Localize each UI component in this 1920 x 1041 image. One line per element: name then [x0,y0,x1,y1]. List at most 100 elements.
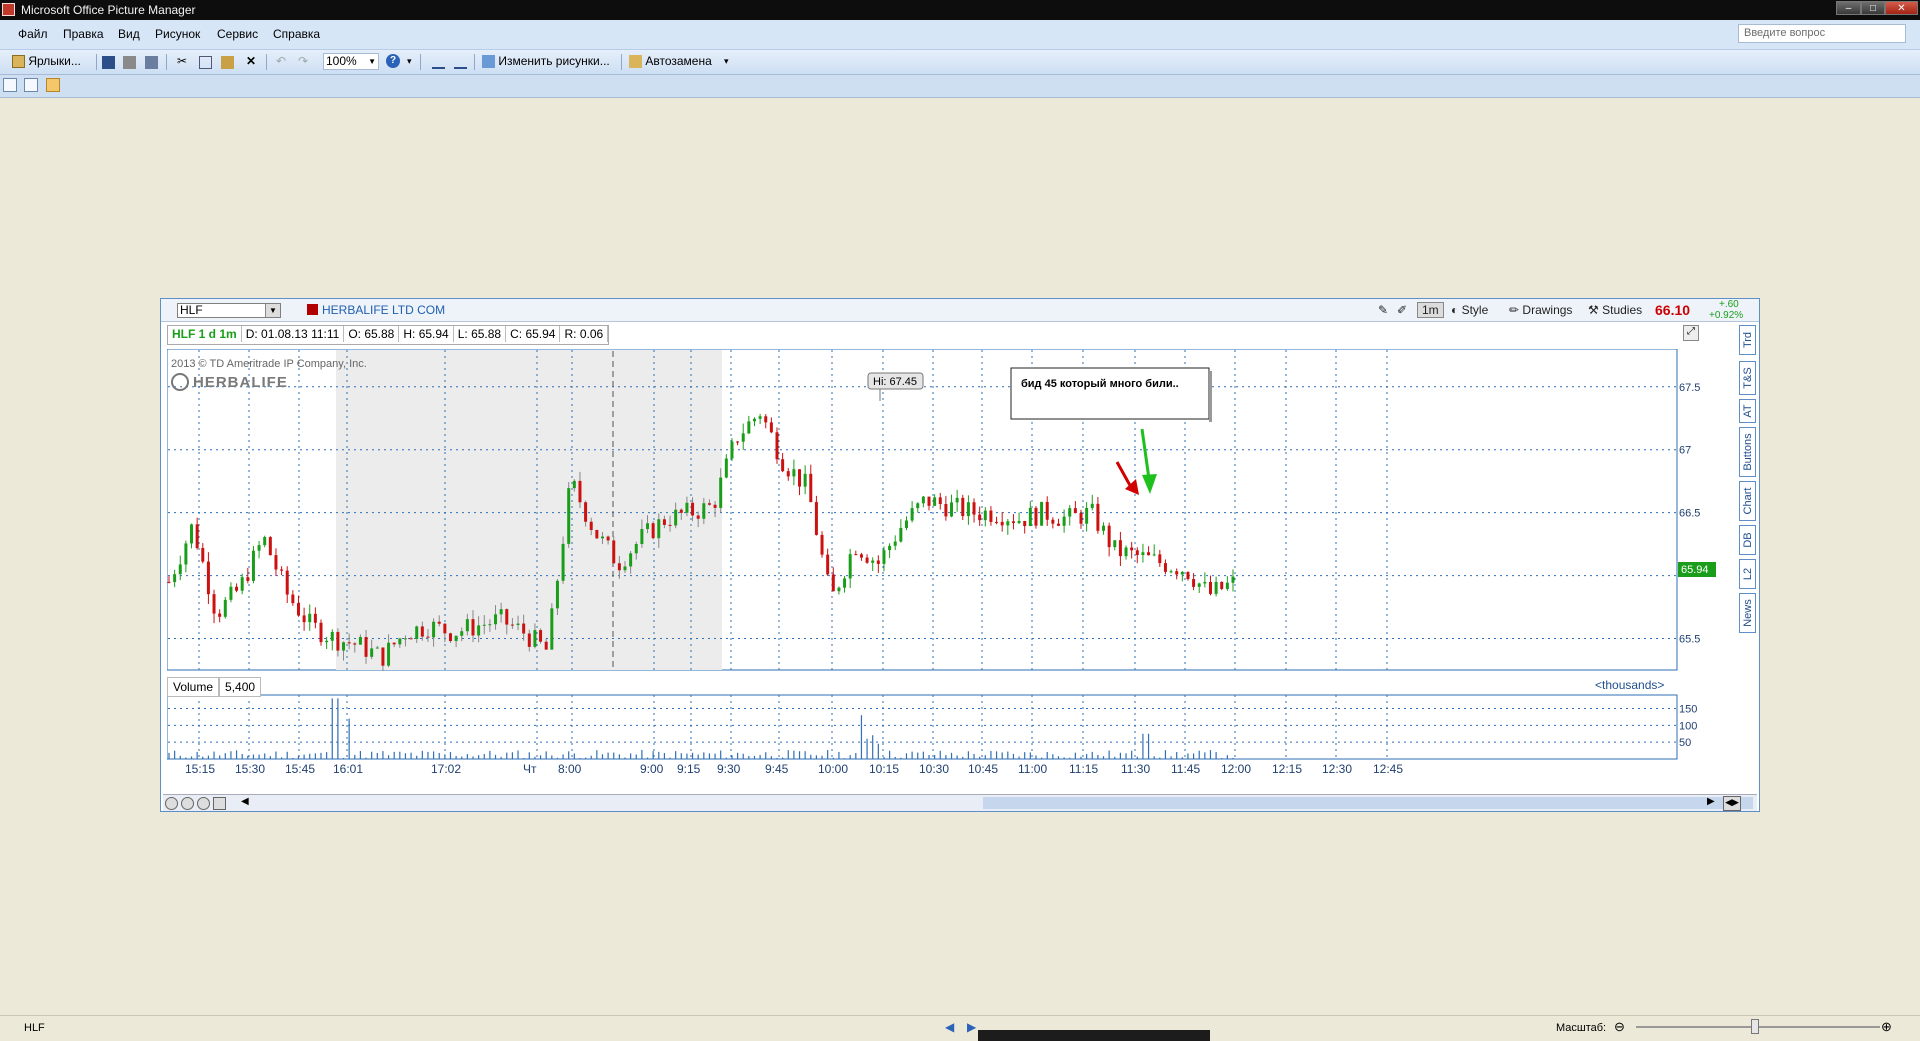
pencil-icon[interactable]: ✐ [1397,302,1407,318]
undo-icon[interactable]: ↶ [276,53,286,70]
shortcuts-button[interactable]: Ярлыки... [12,53,81,70]
email-icon[interactable] [145,56,158,69]
candle-body [448,633,452,642]
price-change-pct: +0.92% [1709,310,1744,321]
candle-body [432,621,436,638]
menu-file[interactable]: Файл [18,27,48,41]
symbol-value: HLF [180,303,203,317]
cursor-icon[interactable] [213,797,226,810]
chevron-down-icon[interactable]: ▼ [265,304,280,317]
zoom-out-icon[interactable] [197,797,210,810]
zoom-in-icon[interactable] [181,797,194,810]
zoom-in-icon[interactable]: ⊕ [1881,1019,1892,1035]
drawings-button[interactable]: ✏ Drawings [1509,302,1572,318]
time-tick-label: 15:15 [185,762,215,774]
help-search-input[interactable]: Введите вопрос [1738,24,1906,43]
scroll-left-icon[interactable]: ◀ [241,796,249,807]
scroll-thumb[interactable] [983,797,1753,809]
single-picture-view-icon[interactable] [46,78,60,92]
chart-header: HLF ▼ HERBALIFE LTD COM ✎ ✐ 1m ◐ Style ✏ … [161,299,1759,322]
candle-body [989,510,993,522]
ohlc-info-bar: HLF 1 d 1m D: 01.08.13 11:11 O: 65.88 H: 65… [167,325,610,345]
side-tab-chart[interactable]: Chart [1739,481,1756,521]
side-tab-ts[interactable]: T&S [1739,361,1756,395]
candle-body [612,540,616,564]
delete-icon[interactable]: ✕ [246,53,256,70]
zoom-slider-thumb[interactable] [1751,1019,1759,1034]
info-close: C: 65.94 [506,326,561,342]
print-icon[interactable] [123,56,136,69]
company-name: HERBALIFE LTD COM [322,303,446,317]
side-tab-l2[interactable]: L2 [1739,559,1756,589]
menu-picture[interactable]: Рисунок [155,27,200,41]
candle-body [296,603,300,616]
side-tab-db[interactable]: DB [1739,525,1756,555]
candle-body [910,508,914,521]
candle-body [1034,507,1038,526]
next-picture-icon[interactable]: ▶ [967,1020,976,1034]
candle-body [1023,520,1027,527]
menu-edit[interactable]: Правка [63,27,104,41]
autocorrect-button[interactable]: Автозамена [629,53,712,70]
symbol-input[interactable]: HLF ▼ [177,303,281,318]
candle-body [1180,572,1184,575]
paste-icon[interactable] [221,56,234,69]
comment-shadow [1209,371,1212,422]
close-button[interactable]: ✕ [1885,1,1918,15]
time-tick-label: 15:45 [285,762,315,774]
time-tick-label: 12:00 [1221,762,1251,774]
zoom-select[interactable]: 100% ▼ [323,53,379,70]
comment-annotation[interactable]: бид 45 который много били.. [1010,367,1212,422]
side-tab-at[interactable]: AT [1739,399,1756,423]
view-bar [0,75,1920,98]
expand-icon[interactable]: ◀▶ [1723,796,1741,811]
edit-pictures-icon [482,55,495,69]
candle-body [691,502,695,516]
tools-icon[interactable]: ✎ [1378,302,1388,318]
side-tab-trd[interactable]: Trd [1739,325,1756,355]
price-chart[interactable]: 65.5 66.5 67 67.5 2013 © TD Ameritrade IP C… [167,349,1737,774]
menu-tools[interactable]: Сервис [217,27,258,41]
candle-body [561,543,565,581]
filmstrip-preview[interactable] [978,1030,1210,1041]
style-button[interactable]: ◐ Style [1451,302,1488,318]
toolbar-options-icon[interactable]: ▾ [407,53,412,70]
menu-view[interactable]: Вид [118,27,140,41]
candle-body [387,642,391,666]
previous-picture-icon[interactable]: ◀ [945,1020,954,1034]
minimize-button[interactable]: – [1836,1,1861,15]
maximize-chart-icon[interactable]: ⤢ [1683,325,1699,341]
candle-body [1208,581,1212,594]
cut-icon[interactable]: ✂ [177,53,187,70]
side-tab-news[interactable]: News [1739,593,1756,633]
candle-body [471,619,475,636]
candle-body [668,524,672,526]
studies-button[interactable]: ⚒ Studies [1588,302,1642,318]
window-title: Microsoft Office Picture Manager [21,3,196,17]
copy-icon[interactable] [199,56,212,69]
link-color-icon[interactable] [307,304,318,315]
help-icon[interactable]: ? [386,54,400,68]
rotate-right-icon[interactable] [454,56,467,69]
candle-body [347,642,351,644]
save-icon[interactable] [102,56,115,69]
toolbar-options-icon-2[interactable]: ▾ [724,53,729,70]
candle-body [403,638,407,640]
candle-body [240,577,244,591]
redo-icon[interactable]: ↷ [298,53,308,70]
edit-pictures-button[interactable]: Изменить рисунки... [482,53,610,70]
side-tab-buttons[interactable]: Buttons [1739,427,1756,477]
autocorrect-label: Автозамена [645,54,712,68]
rotate-left-icon[interactable] [432,56,445,69]
pan-icon[interactable] [165,797,178,810]
candle-body [426,636,430,638]
interval-button[interactable]: 1m [1417,302,1444,318]
zoom-out-icon[interactable]: ⊖ [1614,1019,1625,1035]
menu-help[interactable]: Справка [273,27,320,41]
candle-body [550,608,554,650]
maximize-button[interactable]: □ [1861,1,1885,15]
scroll-right-icon[interactable]: ▶ [1707,796,1715,807]
filmstrip-view-icon[interactable] [24,78,38,92]
chart-scrollbar[interactable]: ◀ ▶ ◀▶ [163,794,1757,811]
thumbnail-view-icon[interactable] [3,78,17,92]
